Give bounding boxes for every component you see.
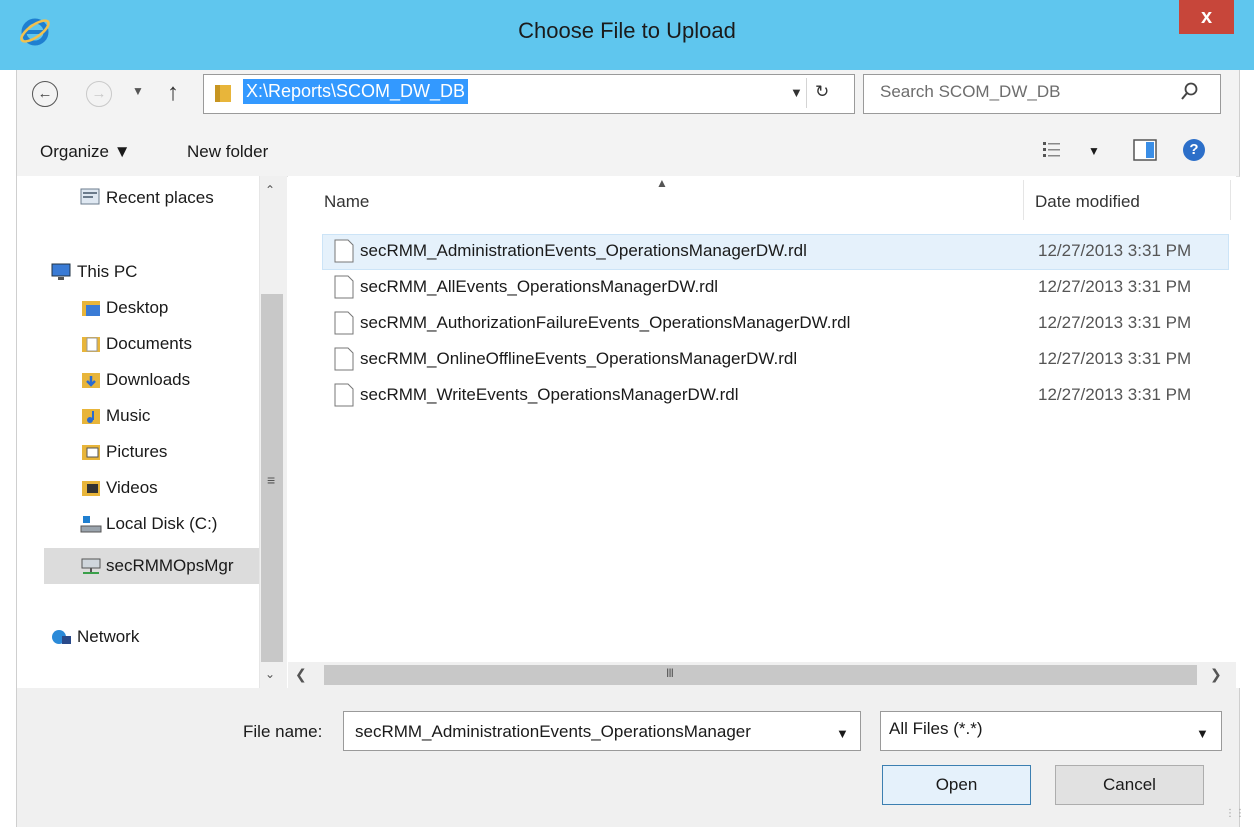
local-disk-icon xyxy=(80,516,102,533)
nav-scrollbar-grip: ≡ xyxy=(267,472,276,488)
nav-item-documents[interactable]: Documents xyxy=(106,329,192,359)
close-button[interactable]: x xyxy=(1179,0,1234,34)
list-scrollbar-grip: III xyxy=(666,666,674,680)
desktop-folder-icon xyxy=(82,301,100,316)
nav-scroll-up-icon[interactable]: ⌃ xyxy=(265,183,275,197)
chevron-down-icon[interactable]: ▼ xyxy=(1196,726,1209,741)
address-path[interactable]: X:\Reports\SCOM_DW_DB xyxy=(243,79,469,104)
file-date: 12/27/2013 3:31 PM xyxy=(1038,349,1192,368)
recent-locations-dropdown-icon[interactable]: ▼ xyxy=(132,84,144,98)
help-icon[interactable]: ? xyxy=(1183,139,1205,161)
file-name-label: File name: xyxy=(243,722,323,741)
music-folder-icon xyxy=(82,409,100,424)
recent-places-icon xyxy=(80,188,100,205)
file-icon xyxy=(334,383,354,407)
file-type-value[interactable]: All Files (*.*) xyxy=(889,719,983,739)
list-scrollbar-thumb[interactable] xyxy=(324,665,1197,685)
file-date: 12/27/2013 3:31 PM xyxy=(1038,277,1192,296)
column-header-date-modified[interactable]: Date modified xyxy=(1035,192,1140,212)
file-icon xyxy=(334,275,354,299)
nav-item-this-pc[interactable]: This PC xyxy=(77,257,137,287)
navigation-pane xyxy=(16,176,260,688)
nav-item-music[interactable]: Music xyxy=(106,401,150,431)
computer-icon xyxy=(51,263,71,280)
chevron-down-icon[interactable]: ▼ xyxy=(836,726,849,741)
cancel-button[interactable]: Cancel xyxy=(1055,765,1204,805)
search-icon[interactable] xyxy=(1180,81,1200,103)
back-button[interactable]: ← xyxy=(32,81,58,107)
address-separator xyxy=(806,78,807,108)
chevron-down-icon[interactable]: ▼ xyxy=(790,85,803,100)
file-name[interactable]: secRMM_AdministrationEvents_OperationsMa… xyxy=(360,241,807,261)
organize-button[interactable]: Organize ▼ xyxy=(40,142,131,162)
nav-item-downloads[interactable]: Downloads xyxy=(106,365,190,395)
nav-item-local-disk[interactable]: Local Disk (C:) xyxy=(106,509,217,539)
resize-grip-icon[interactable]: ⋮⋮ xyxy=(1225,808,1245,819)
file-date: 12/27/2013 3:31 PM xyxy=(1038,313,1192,332)
file-date: 12/27/2013 3:31 PM xyxy=(1038,241,1192,260)
file-name-value[interactable]: secRMM_AdministrationEvents_OperationsMa… xyxy=(355,722,751,742)
search-placeholder[interactable]: Search SCOM_DW_DB xyxy=(880,82,1060,102)
scroll-left-icon[interactable]: ❮ xyxy=(295,666,307,683)
documents-folder-icon xyxy=(82,337,100,352)
new-folder-button[interactable]: New folder xyxy=(187,142,268,162)
folder-icon xyxy=(215,85,231,102)
scroll-right-icon[interactable]: ❯ xyxy=(1210,666,1222,683)
network-drive-icon xyxy=(81,558,101,574)
change-view-icon[interactable] xyxy=(1042,140,1064,160)
pictures-folder-icon xyxy=(82,445,100,460)
preview-pane-icon[interactable] xyxy=(1133,139,1157,161)
file-icon xyxy=(334,311,354,335)
file-name[interactable]: secRMM_AuthorizationFailureEvents_Operat… xyxy=(360,313,850,333)
bottom-panel xyxy=(16,688,1240,827)
nav-scroll-down-icon[interactable]: ⌄ xyxy=(265,667,275,681)
file-date: 12/27/2013 3:31 PM xyxy=(1038,385,1192,404)
videos-folder-icon xyxy=(82,481,100,496)
column-header-name[interactable]: Name xyxy=(324,192,369,212)
nav-item-network[interactable]: Network xyxy=(77,622,139,652)
file-name[interactable]: secRMM_WriteEvents_OperationsManagerDW.r… xyxy=(360,385,739,405)
downloads-folder-icon xyxy=(82,373,100,388)
nav-item-secrmmopsmgr[interactable]: secRMMOpsMgr xyxy=(106,551,234,581)
up-arrow-icon[interactable]: ↑ xyxy=(167,79,179,107)
sort-ascending-icon: ▲ xyxy=(656,176,668,190)
open-button[interactable]: Open xyxy=(882,765,1031,805)
network-icon xyxy=(52,630,71,644)
nav-item-desktop[interactable]: Desktop xyxy=(106,293,168,323)
nav-item-videos[interactable]: Videos xyxy=(106,473,158,503)
column-divider[interactable] xyxy=(1230,180,1231,220)
column-divider[interactable] xyxy=(1023,180,1024,220)
refresh-icon[interactable]: ↻ xyxy=(815,82,829,102)
nav-item-recent-places[interactable]: Recent places xyxy=(106,183,214,213)
view-options-chevron-icon[interactable]: ▼ xyxy=(1088,144,1100,158)
file-icon xyxy=(334,347,354,371)
file-icon xyxy=(334,239,354,263)
file-name[interactable]: secRMM_AllEvents_OperationsManagerDW.rdl xyxy=(360,277,718,297)
window-title: Choose File to Upload xyxy=(518,18,736,43)
file-name[interactable]: secRMM_OnlineOfflineEvents_OperationsMan… xyxy=(360,349,797,369)
nav-item-pictures[interactable]: Pictures xyxy=(106,437,167,467)
forward-button[interactable]: → xyxy=(86,81,112,107)
